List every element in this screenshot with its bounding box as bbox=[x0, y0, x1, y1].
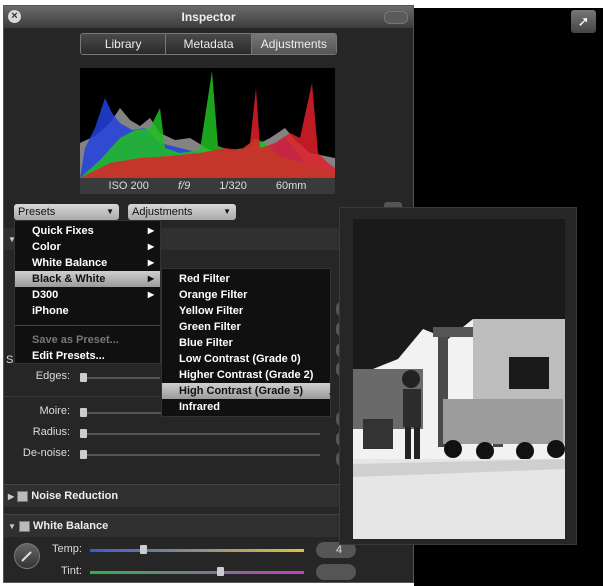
edges-slider-knob[interactable] bbox=[80, 373, 87, 382]
tab-bar: Library Metadata Adjustments bbox=[80, 33, 337, 55]
white-balance-label: White Balance bbox=[33, 520, 109, 532]
radius-slider-knob[interactable] bbox=[80, 429, 87, 438]
menu-item-black-white[interactable]: Black & White ▶ bbox=[15, 271, 160, 287]
submenu-arrow-icon: ▶ bbox=[147, 258, 154, 267]
cursor-icon: ➚ bbox=[577, 13, 590, 29]
menu-item-white-balance[interactable]: White Balance ▶ bbox=[15, 255, 160, 271]
moire-slider-knob[interactable] bbox=[80, 408, 87, 417]
menu-separator bbox=[15, 325, 160, 326]
pointer-tool-button[interactable]: ➚ bbox=[571, 10, 596, 33]
menu-item-blue-filter[interactable]: Blue Filter bbox=[162, 335, 330, 351]
denoise-slider-knob[interactable] bbox=[80, 450, 87, 459]
edges-label: Edges: bbox=[35, 370, 70, 382]
menu-item-iphone[interactable]: iPhone bbox=[15, 303, 160, 319]
menu-item-label: Color bbox=[32, 241, 61, 253]
window-title: Inspector bbox=[181, 10, 236, 24]
submenu-arrow-icon: ▶ bbox=[147, 242, 154, 251]
presets-label: Presets bbox=[18, 206, 56, 218]
tint-slider-knob[interactable] bbox=[217, 567, 224, 576]
presets-popup-button[interactable]: Presets ▼ bbox=[14, 204, 119, 220]
exif-shutter: 1/320 bbox=[219, 180, 247, 192]
chevron-down-icon: ▼ bbox=[223, 207, 231, 216]
tab-metadata[interactable]: Metadata bbox=[166, 34, 252, 54]
tint-slider-track[interactable] bbox=[90, 571, 304, 574]
disclosure-triangle-icon[interactable]: ▶ bbox=[8, 492, 14, 501]
denoise-label: De-noise: bbox=[22, 447, 70, 459]
submenu-arrow-icon: ▶ bbox=[147, 290, 154, 299]
partial-label: S bbox=[6, 354, 14, 366]
menu-item-higher-contrast[interactable]: Higher Contrast (Grade 2) bbox=[162, 367, 330, 383]
menu-item-infrared[interactable]: Infrared bbox=[162, 399, 330, 415]
black-white-submenu: Red Filter Orange Filter Yellow Filter G… bbox=[161, 268, 331, 417]
menu-item-yellow-filter[interactable]: Yellow Filter bbox=[162, 303, 330, 319]
menu-item-orange-filter[interactable]: Orange Filter bbox=[162, 287, 330, 303]
exif-focal: 60mm bbox=[275, 180, 307, 192]
preview-image bbox=[353, 219, 565, 539]
menu-item-color[interactable]: Color ▶ bbox=[15, 239, 160, 255]
temp-value: 4 bbox=[336, 544, 343, 556]
menu-item-high-contrast[interactable]: High Contrast (Grade 5) bbox=[162, 383, 330, 399]
menu-item-low-contrast[interactable]: Low Contrast (Grade 0) bbox=[162, 351, 330, 367]
menu-item-label: Quick Fixes bbox=[32, 225, 94, 237]
disclosure-triangle-icon[interactable]: ▼ bbox=[8, 522, 16, 531]
adjustments-popup-button[interactable]: Adjustments ▼ bbox=[128, 204, 236, 220]
tint-label: Tint: bbox=[61, 565, 82, 577]
temp-slider-knob[interactable] bbox=[140, 545, 147, 554]
exif-aperture: f/9 bbox=[177, 180, 191, 192]
menu-item-label: iPhone bbox=[32, 305, 69, 317]
preview-photo-graphic bbox=[353, 219, 565, 539]
exif-iso: ISO 200 bbox=[108, 180, 149, 192]
menu-item-d300[interactable]: D300 ▶ bbox=[15, 287, 160, 303]
window-zoom-button[interactable] bbox=[384, 11, 408, 24]
edges-slider-track[interactable] bbox=[80, 377, 160, 379]
menu-item-red-filter[interactable]: Red Filter bbox=[162, 271, 330, 287]
submenu-arrow-icon: ▶ bbox=[147, 226, 154, 235]
presets-menu: Quick Fixes ▶ Color ▶ White Balance ▶ Black… bbox=[14, 220, 161, 364]
noise-reduction-checkbox[interactable] bbox=[17, 490, 29, 502]
denoise-slider-track[interactable] bbox=[80, 454, 320, 456]
histogram bbox=[80, 68, 335, 178]
submenu-arrow-icon: ▶ bbox=[147, 274, 154, 283]
menu-item-quick-fixes[interactable]: Quick Fixes ▶ bbox=[15, 223, 160, 239]
close-button[interactable]: × bbox=[8, 10, 21, 23]
temp-label: Temp: bbox=[52, 543, 82, 555]
menu-item-green-filter[interactable]: Green Filter bbox=[162, 319, 330, 335]
menu-item-save-as-preset: Save as Preset... bbox=[32, 334, 119, 346]
radius-slider-track[interactable] bbox=[80, 433, 320, 435]
menu-item-label: D300 bbox=[32, 289, 59, 301]
adjustments-label: Adjustments bbox=[132, 206, 193, 218]
chevron-down-icon: ▼ bbox=[106, 207, 114, 216]
radius-label: Radius: bbox=[32, 426, 70, 438]
tint-value-field[interactable] bbox=[316, 564, 356, 580]
noise-reduction-label: Noise Reduction bbox=[31, 490, 119, 502]
tab-library[interactable]: Library bbox=[81, 34, 167, 54]
moire-label: Moire: bbox=[39, 405, 70, 417]
menu-item-label: Black & White bbox=[32, 273, 106, 285]
menu-item-edit-presets[interactable]: Edit Presets... bbox=[15, 348, 160, 364]
white-balance-checkbox[interactable] bbox=[18, 520, 30, 532]
tab-adjustments[interactable]: Adjustments bbox=[251, 34, 336, 54]
exif-bar: ISO 200 f/9 1/320 60mm bbox=[80, 178, 335, 194]
menu-item-label: White Balance bbox=[32, 257, 108, 269]
temp-slider-track[interactable] bbox=[90, 549, 304, 552]
close-icon: × bbox=[11, 10, 18, 22]
histogram-graph bbox=[80, 71, 335, 178]
